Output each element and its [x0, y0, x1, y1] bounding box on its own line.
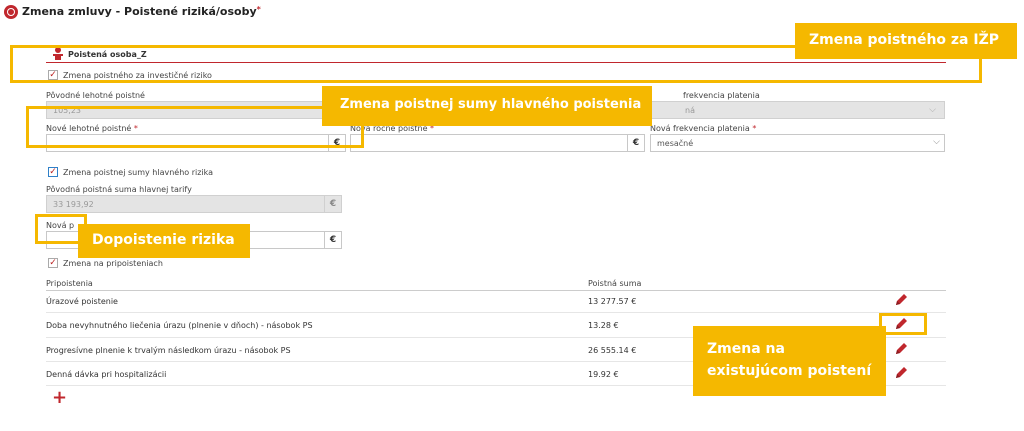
app-logo-icon — [4, 5, 18, 19]
page-title: Zmena zmluvy - Poistené riziká/osoby* — [22, 5, 261, 18]
callout-main-sum: Zmena poistnej sumy hlavného poistenia — [322, 86, 652, 126]
main-sum-change-label: Zmena poistnej sumy hlavného rizika — [63, 168, 214, 177]
euro-icon: € — [324, 196, 341, 212]
rider-sum: 26 555.14 € — [588, 346, 637, 355]
riders-column-sum: Poistná suma — [588, 279, 642, 288]
callout-izp: Zmena poistného za IŽP — [795, 23, 1017, 59]
edit-pencil-icon[interactable] — [893, 292, 909, 308]
chevron-down-icon: ⌵ — [933, 137, 940, 147]
euro-icon: € — [324, 232, 341, 248]
callout-rider-add: Dopoistenie rizika — [78, 224, 250, 258]
orig-frequency-field: ná ⌵ — [650, 101, 945, 119]
riders-column-name: Pripoistenia — [46, 279, 93, 288]
main-sum-change-checkbox[interactable]: ✓ — [48, 167, 58, 177]
edit-pencil-icon[interactable] — [893, 365, 909, 381]
table-header-divider — [46, 290, 946, 291]
orig-premium-label: Pôvodné lehotné poistné — [46, 91, 145, 100]
new-frequency-select[interactable]: mesačné ⌵ — [650, 134, 945, 152]
rider-name: Progresívne plnenie k trvalým následkom … — [46, 346, 291, 355]
rider-name: Denná dávka pri hospitalizácii — [46, 370, 167, 379]
existing-highlight-box — [879, 313, 927, 335]
rider-name: Doba nevyhnutného liečenia úrazu (plneni… — [46, 321, 313, 330]
chevron-down-icon: ⌵ — [929, 105, 936, 115]
callout-existing: Zmena na existujúcom poistení — [693, 326, 886, 396]
new-annual-input[interactable]: € — [350, 134, 645, 152]
rider-name: Úrazové poistenie — [46, 297, 118, 306]
main-sum-highlight-box — [26, 106, 364, 148]
orig-sum-label: Pôvodná poistná suma hlavnej tarify — [46, 185, 192, 194]
riders-change-checkbox[interactable]: ✓ — [48, 258, 58, 268]
new-frequency-label: Nová frekvencia platenia * — [650, 124, 757, 133]
rider-sum: 13.28 € — [588, 321, 619, 330]
rider-sum: 13 277.57 € — [588, 297, 637, 306]
euro-icon: € — [627, 135, 644, 151]
orig-frequency-label: frekvencia platenia — [683, 91, 760, 100]
rider-sum: 19.92 € — [588, 370, 619, 379]
edit-pencil-icon[interactable] — [893, 341, 909, 357]
riders-change-label: Zmena na pripoisteniach — [63, 259, 163, 268]
orig-sum-field: 33 193,92 € — [46, 195, 342, 213]
add-rider-button[interactable]: + — [52, 387, 67, 408]
